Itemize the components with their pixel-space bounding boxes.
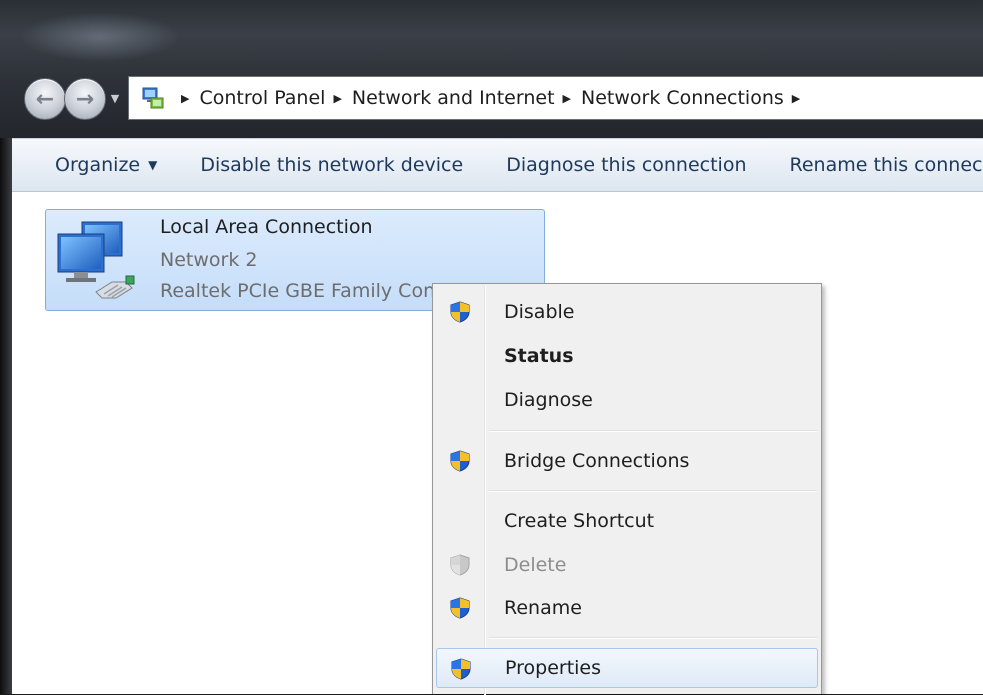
menu-item-status[interactable]: Status: [436, 336, 818, 376]
menu-item-delete: Delete: [436, 545, 818, 585]
uac-shield-icon: [449, 657, 473, 681]
menu-item-label: Rename: [504, 597, 582, 619]
address-bar[interactable]: ▶ Control Panel ▶ Network and Internet ▶…: [128, 76, 983, 120]
breadcrumb-arrow[interactable]: ▶: [792, 92, 800, 105]
arrow-left-icon: ←: [35, 86, 55, 112]
menu-item-create-shortcut[interactable]: Create Shortcut: [436, 501, 818, 541]
menu-item-bridge-connections[interactable]: Bridge Connections: [436, 441, 818, 481]
menu-item-label: Status: [504, 345, 574, 367]
breadcrumb-label: Network Connections: [581, 87, 784, 109]
uac-shield-icon: [448, 596, 472, 620]
chevron-down-icon: ▼: [148, 158, 158, 172]
menu-item-label: Properties: [505, 657, 602, 679]
menu-separator: [489, 490, 817, 492]
breadcrumb-arrow[interactable]: ▶: [333, 92, 341, 105]
command-bar: Organize ▼ Disable this network device D…: [12, 138, 983, 192]
menu-item-label: Diagnose: [504, 389, 593, 411]
recent-pages-dropdown[interactable]: ▼: [108, 90, 122, 108]
menu-item-label: Delete: [504, 554, 567, 576]
menu-item-label: Create Shortcut: [504, 510, 655, 532]
arrow-right-icon: →: [75, 86, 95, 112]
breadcrumb-root-arrow[interactable]: ▶: [181, 92, 189, 105]
menu-item-label: Bridge Connections: [504, 450, 690, 472]
breadcrumb-network-and-internet[interactable]: Network and Internet: [352, 87, 555, 109]
organize-label: Organize: [55, 154, 141, 176]
forward-button[interactable]: →: [64, 78, 106, 120]
menu-item-properties[interactable]: Properties: [436, 648, 818, 688]
breadcrumb-control-panel[interactable]: Control Panel: [199, 87, 325, 109]
disable-device-button[interactable]: Disable this network device: [200, 154, 463, 176]
network-adapter-icon: [52, 218, 138, 304]
back-button[interactable]: ←: [24, 78, 66, 120]
rename-connection-button[interactable]: Rename this connection: [790, 154, 983, 176]
menu-item-label: Disable: [504, 301, 575, 323]
diagnose-connection-button[interactable]: Diagnose this connection: [506, 154, 746, 176]
menu-item-rename[interactable]: Rename: [436, 588, 818, 628]
breadcrumb-arrow[interactable]: ▶: [563, 92, 571, 105]
uac-shield-disabled-icon: [448, 553, 472, 577]
connection-network: Network 2: [160, 249, 258, 271]
network-connections-icon: [141, 86, 165, 110]
connection-name: Local Area Connection: [160, 216, 373, 238]
breadcrumb-network-connections[interactable]: Network Connections: [581, 87, 784, 109]
uac-shield-icon: [448, 300, 472, 324]
breadcrumb-label: Control Panel: [199, 87, 326, 109]
context-menu: Disable Status Diagnose Bridge Connectio…: [432, 283, 822, 695]
menu-separator: [489, 637, 817, 639]
menu-separator: [489, 430, 817, 432]
uac-shield-icon: [448, 449, 472, 473]
window-frame-left: [0, 138, 12, 694]
breadcrumb-label: Network and Internet: [351, 87, 555, 109]
menu-item-diagnose[interactable]: Diagnose: [436, 380, 818, 420]
menu-item-disable[interactable]: Disable: [436, 292, 818, 332]
organize-button[interactable]: Organize ▼: [55, 154, 157, 176]
